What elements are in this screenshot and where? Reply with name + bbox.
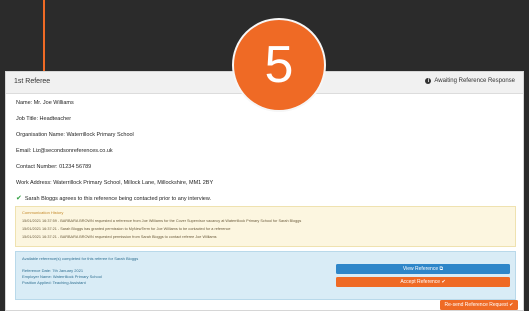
- status-indicator: i Awaiting Reference Response: [425, 78, 515, 84]
- referee-job-title: Job Title: Headteacher: [16, 116, 72, 122]
- communication-line: 15/01/2021 16:37:21 - Sarah Bloggs has g…: [22, 227, 231, 231]
- status-text: Awaiting Reference Response: [434, 78, 515, 84]
- available-reference-title: Available reference(s) completed for thi…: [22, 256, 139, 261]
- referee-address: Work Address: Waterrillock Primary Schoo…: [16, 180, 214, 186]
- available-reference-box: Available reference(s) completed for thi…: [15, 251, 516, 300]
- check-icon: ✔: [16, 195, 22, 202]
- accept-reference-button[interactable]: Accept Reference ✔: [336, 277, 510, 287]
- referee-email: Email: Liz@secondsonreferences.co.uk: [16, 148, 113, 154]
- step-number-badge: 5: [232, 18, 326, 112]
- communication-line: 15/01/2021 16:37:21 - BARBARA BROWN requ…: [22, 235, 217, 239]
- position-applied: Position Applied: Teaching Assistant: [22, 280, 86, 285]
- communication-history-title: Communication History: [22, 210, 64, 215]
- resend-reference-request-button[interactable]: Re-send Reference Request ✔: [440, 300, 518, 310]
- referee-organisation: Organisation Name: Waterrillock Primary …: [16, 132, 134, 138]
- communication-line: 15/01/2021 16:37:59 - BARBARA BROWN requ…: [22, 219, 302, 223]
- screenshot-stage: 1st Referee i Awaiting Reference Respons…: [0, 0, 529, 311]
- panel-title: 1st Referee: [14, 78, 51, 85]
- employer-name: Employer Name: Waterrillock Primary Scho…: [22, 274, 102, 279]
- reference-date: Reference Date: 7th January 2021: [22, 268, 84, 273]
- view-reference-button[interactable]: View Reference ⧉: [336, 264, 510, 274]
- communication-history: Communication History 15/01/2021 16:37:5…: [15, 206, 516, 247]
- referee-name: Name: Mr. Joe Williams: [16, 100, 74, 106]
- referee-contact: Contact Number: 01234 56789: [16, 164, 92, 170]
- info-icon: i: [425, 78, 432, 84]
- consent-text: Sarah Bloggs agrees to this reference be…: [24, 196, 212, 202]
- consent-row: ✔ Sarah Bloggs agrees to this reference …: [16, 195, 212, 202]
